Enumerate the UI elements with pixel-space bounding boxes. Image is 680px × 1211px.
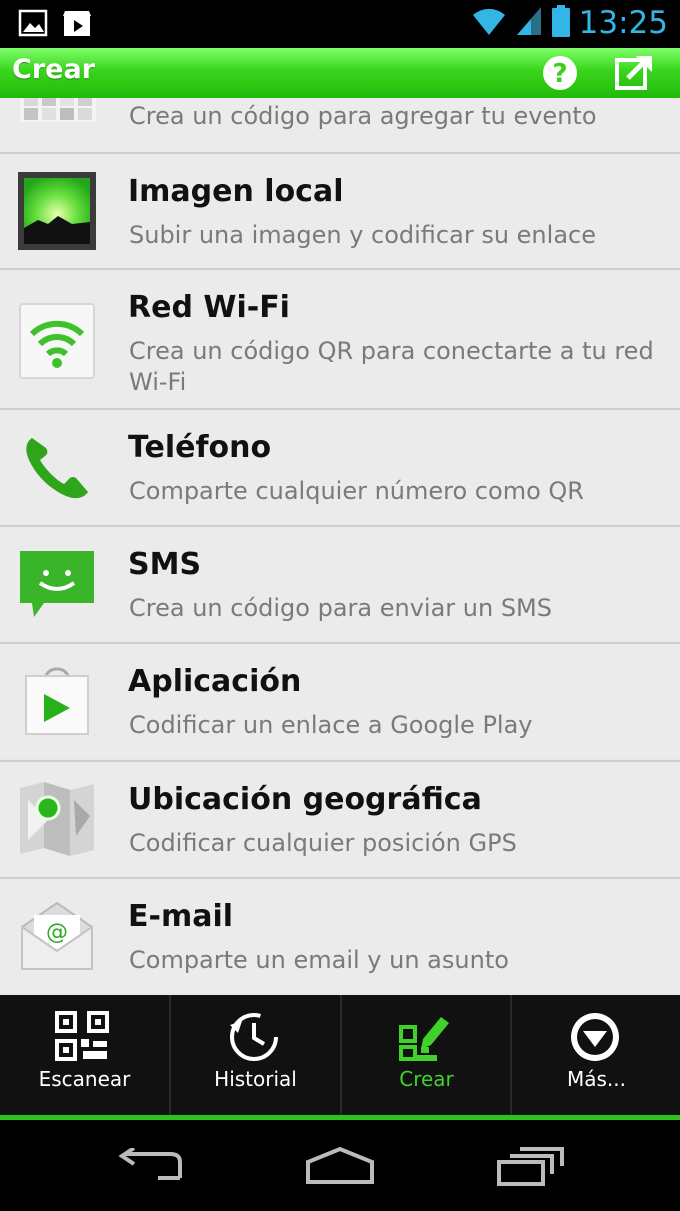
list-item-sms[interactable]: SMS Crea un código para enviar un SMS (0, 525, 680, 641)
list-item-wifi[interactable]: Red Wi-Fi Crea un código QR para conecta… (0, 268, 680, 410)
back-icon[interactable] (118, 1146, 184, 1188)
list-item-subtitle: Codificar un enlace a Google Play (129, 711, 533, 739)
list-item-phone[interactable]: Teléfono Comparte cualquier número como … (0, 408, 680, 524)
list-item-title: Aplicación (128, 664, 302, 699)
list-item-application[interactable]: Aplicación Codificar un enlace a Google … (0, 642, 680, 758)
tab-history[interactable]: Historial (169, 995, 340, 1115)
tab-scan[interactable]: Escanear (0, 995, 169, 1115)
list-item-subtitle: Codificar cualquier posición GPS (129, 829, 517, 857)
qr-create-icon (397, 1011, 453, 1067)
battery-icon (551, 4, 571, 42)
list-item-event[interactable]: Crea un código para agregar tu evento (0, 98, 680, 152)
list-item-title: E-mail (128, 899, 234, 934)
more-icon (567, 1011, 623, 1067)
list-item-title: Imagen local (128, 174, 344, 209)
svg-text:@: @ (46, 920, 68, 945)
help-icon[interactable]: ? (541, 54, 579, 96)
list-item-subtitle: Crea un código para enviar un SMS (129, 594, 552, 622)
sms-icon (18, 545, 96, 623)
phone-icon (18, 428, 96, 506)
tab-label: Escanear (38, 1067, 131, 1091)
list-item-subtitle: Crea un código QR para conectarte a tu r… (129, 337, 654, 396)
status-time: 13:25 (578, 5, 668, 41)
tab-label: Historial (214, 1067, 297, 1091)
list-item-subtitle: Crea un código para agregar tu evento (129, 102, 597, 130)
map-icon (18, 780, 96, 858)
calendar-icon (20, 98, 96, 130)
home-icon[interactable] (304, 1146, 376, 1190)
list-item-local-image[interactable]: Imagen local Subir una imagen y codifica… (0, 152, 680, 268)
image-icon (18, 172, 96, 250)
play-store-icon (18, 662, 96, 740)
list-item-location[interactable]: Ubicación geográfica Codificar cualquier… (0, 760, 680, 876)
list-item-subtitle: Comparte cualquier número como QR (129, 477, 584, 505)
wifi-icon (18, 302, 96, 380)
tab-create[interactable]: Crear (340, 995, 511, 1115)
tab-label: Más... (566, 1067, 626, 1091)
system-nav-bar (0, 1120, 680, 1211)
list-item-title: SMS (128, 547, 202, 582)
list-item-subtitle: Subir una imagen y codificar su enlace (129, 221, 596, 249)
history-icon (226, 1011, 282, 1067)
recent-apps-icon[interactable] (496, 1146, 566, 1192)
cell-signal-icon (515, 5, 543, 41)
wifi-signal-icon (471, 5, 507, 41)
email-icon: @ (18, 897, 96, 975)
list-item-title: Red Wi-Fi (128, 290, 290, 325)
list-item-subtitle: Comparte un email y un asunto (129, 946, 509, 974)
list-item-title: Ubicación geográfica (128, 782, 482, 817)
status-bar: 13:25 (0, 0, 680, 48)
create-options-list: Crea un código para agregar tu evento Im… (0, 98, 680, 995)
action-bar: Crear ? (0, 48, 680, 98)
video-notification-icon (62, 8, 94, 42)
qr-scan-icon (55, 1011, 111, 1067)
list-item-email[interactable]: @ E-mail Comparte un email y un asunto (0, 877, 680, 993)
tab-more[interactable]: Más... (510, 995, 680, 1115)
tab-label: Crear (399, 1067, 454, 1091)
share-icon[interactable] (614, 54, 656, 96)
list-item-title: Teléfono (128, 430, 272, 465)
bottom-tab-bar: Escanear Historial Crear Más... (0, 995, 680, 1119)
gallery-notification-icon (18, 8, 48, 42)
page-title: Crear (12, 54, 95, 85)
svg-text:?: ? (552, 59, 567, 89)
